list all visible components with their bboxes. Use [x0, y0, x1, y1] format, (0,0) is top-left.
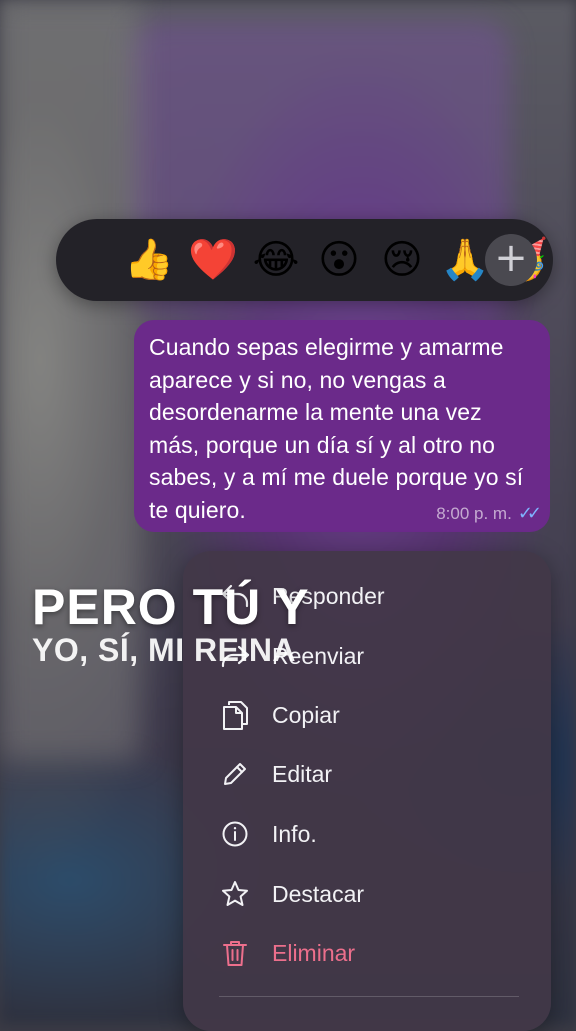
pencil-icon: [217, 756, 253, 792]
menu-item-edit[interactable]: Editar: [183, 746, 551, 802]
message-time: 8:00 p. m.: [436, 503, 512, 523]
menu-label-copy: Copiar: [272, 701, 340, 728]
menu-item-delete[interactable]: Eliminar: [183, 925, 551, 981]
add-reaction-button[interactable]: +: [485, 234, 537, 286]
reaction-folded-hands[interactable]: 🙏: [438, 233, 492, 287]
read-receipt-icon: ✓✓: [517, 503, 542, 524]
reaction-crying[interactable]: 😢: [375, 233, 429, 287]
menu-item-copy[interactable]: Copiar: [183, 687, 551, 743]
reaction-red-heart[interactable]: ❤️: [186, 233, 240, 287]
lyric-overlay-line2: YO, SÍ, MI REINA: [32, 632, 297, 668]
star-icon: [217, 876, 253, 912]
reaction-tears-of-joy[interactable]: 😂: [249, 233, 303, 287]
info-icon: [217, 816, 253, 852]
menu-label-edit: Editar: [272, 760, 333, 787]
message-meta: 8:00 p. m. ✓✓: [436, 503, 542, 524]
trash-icon: [217, 935, 253, 971]
menu-item-star[interactable]: Destacar: [183, 866, 551, 922]
menu-item-info[interactable]: Info.: [183, 806, 551, 862]
menu-label-star: Destacar: [272, 880, 365, 907]
reaction-bar: 👍 ❤️ 😂 😮 😢 🙏 🥳 +: [56, 219, 553, 301]
menu-divider: [219, 996, 519, 997]
menu-label-delete: Eliminar: [272, 939, 356, 966]
lyric-overlay-line1: PERO TÚ Y: [32, 579, 310, 635]
message-text: Cuando sepas elegirme y amarme aparece y…: [149, 334, 524, 523]
reaction-surprised[interactable]: 😮: [312, 233, 366, 287]
reaction-thumbs-up[interactable]: 👍: [122, 233, 176, 287]
plus-icon: +: [494, 235, 528, 281]
message-bubble[interactable]: Cuando sepas elegirme y amarme aparece y…: [134, 320, 550, 532]
copy-icon: [217, 697, 253, 733]
menu-label-info: Info.: [272, 820, 317, 847]
